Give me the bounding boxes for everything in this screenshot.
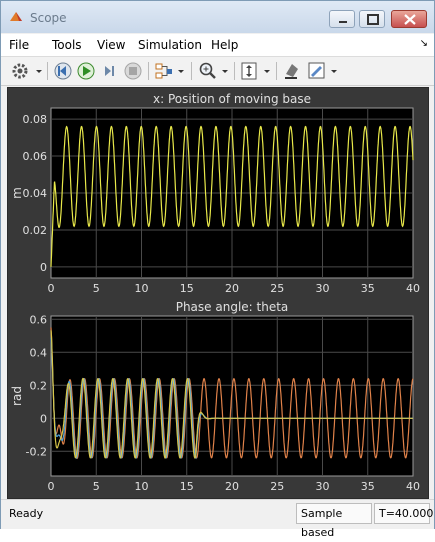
scope-display[interactable]: x: Position of moving base 0 5 10 15 20 25 30 35… — [7, 87, 429, 499]
y-tick-label: 0 — [40, 412, 47, 425]
stop-button[interactable] — [123, 60, 143, 82]
x-tick-label: 10 — [135, 480, 149, 493]
minimize-button[interactable] — [329, 10, 355, 28]
y-tick-label: 0.08 — [23, 113, 48, 126]
toolbar-separator — [276, 62, 277, 80]
minimize-icon — [339, 21, 347, 23]
step-forward-icon — [105, 66, 114, 76]
matlab-icon — [10, 12, 22, 21]
menu-simulation[interactable]: Simulation — [138, 38, 202, 52]
x-tick-label: 5 — [93, 282, 100, 295]
autoscale-button[interactable] — [239, 60, 273, 82]
zoom-icon — [199, 62, 228, 79]
status-bar: Ready Sample based T=40.000 — [1, 499, 434, 539]
x-tick-label: 15 — [180, 480, 194, 493]
close-button[interactable] — [391, 10, 427, 28]
stop-icon — [124, 62, 142, 80]
x-tick-label: 20 — [225, 480, 239, 493]
y-axis-label: m — [10, 187, 24, 199]
x-tick-label: 10 — [135, 282, 149, 295]
x-tick-label: 30 — [316, 282, 330, 295]
y-tick-label: -0.2 — [26, 445, 47, 458]
toolbar-separator — [191, 62, 192, 80]
highlight-button[interactable] — [282, 60, 302, 82]
settings-button[interactable] — [9, 60, 43, 82]
toolbar-separator — [47, 62, 48, 80]
style-icon — [308, 62, 337, 79]
status-time: T=40.000 — [374, 503, 433, 524]
menu-view[interactable]: View — [97, 38, 125, 52]
x-tick-label: 40 — [406, 480, 420, 493]
y-axis-label: rad — [10, 386, 24, 406]
zoom-button[interactable] — [197, 60, 231, 82]
step-back-button[interactable] — [53, 60, 73, 82]
y-tick-label: 0.06 — [23, 150, 48, 163]
window-title: Scope — [30, 11, 67, 25]
step-back-icon — [54, 62, 72, 80]
menu-help[interactable]: Help — [211, 38, 238, 52]
x-tick-label: 25 — [270, 282, 284, 295]
toolbar — [1, 57, 434, 86]
gear-icon — [12, 63, 42, 79]
maximize-button[interactable] — [359, 10, 385, 28]
style-button[interactable] — [306, 60, 340, 82]
axes-title: x: Position of moving base — [153, 92, 311, 106]
autoscale-icon — [241, 62, 270, 80]
y-tick-label: 0.6 — [30, 313, 48, 326]
x-tick-label: 0 — [48, 282, 55, 295]
x-tick-label: 15 — [180, 282, 194, 295]
y-tick-label: 0.2 — [30, 379, 48, 392]
undock-arrow-icon[interactable]: ↘ — [420, 38, 428, 49]
close-icon — [404, 14, 416, 25]
menu-bar: File Tools View Simulation Help ↘ — [1, 34, 434, 57]
title-bar[interactable]: Scope — [1, 1, 434, 33]
run-icon — [77, 62, 95, 80]
axes-title: Phase angle: theta — [176, 300, 289, 314]
y-tick-label: 0.4 — [30, 346, 48, 359]
x-tick-label: 0 — [48, 480, 55, 493]
scope-window: Scope File Tools View Simulation Help ↘ — [0, 0, 435, 539]
x-tick-label: 40 — [406, 282, 420, 295]
status-ready: Ready — [9, 507, 44, 520]
step-forward-button[interactable] — [100, 60, 120, 82]
plots-svg: x: Position of moving base 0 5 10 15 20 25 30 35… — [10, 92, 420, 493]
toolbar-separator — [234, 62, 235, 80]
x-tick-label: 25 — [270, 480, 284, 493]
x-tick-label: 35 — [361, 282, 375, 295]
run-button[interactable] — [76, 60, 96, 82]
maximize-icon — [367, 14, 379, 25]
toolbar-separator — [148, 62, 149, 80]
y-tick-label: 0 — [40, 261, 47, 274]
x-tick-label: 35 — [361, 480, 375, 493]
y-tick-label: 0.04 — [23, 187, 48, 200]
status-mode: Sample based — [296, 503, 372, 539]
x-tick-label: 30 — [316, 480, 330, 493]
y-tick-label: 0.02 — [23, 224, 48, 237]
x-tick-label: 5 — [93, 480, 100, 493]
signal-selector-icon — [155, 63, 184, 79]
menu-file[interactable]: File — [9, 38, 29, 52]
signal-selector-button[interactable] — [153, 60, 187, 82]
menu-tools[interactable]: Tools — [52, 38, 82, 52]
x-tick-label: 20 — [225, 282, 239, 295]
highlight-icon — [285, 64, 298, 79]
